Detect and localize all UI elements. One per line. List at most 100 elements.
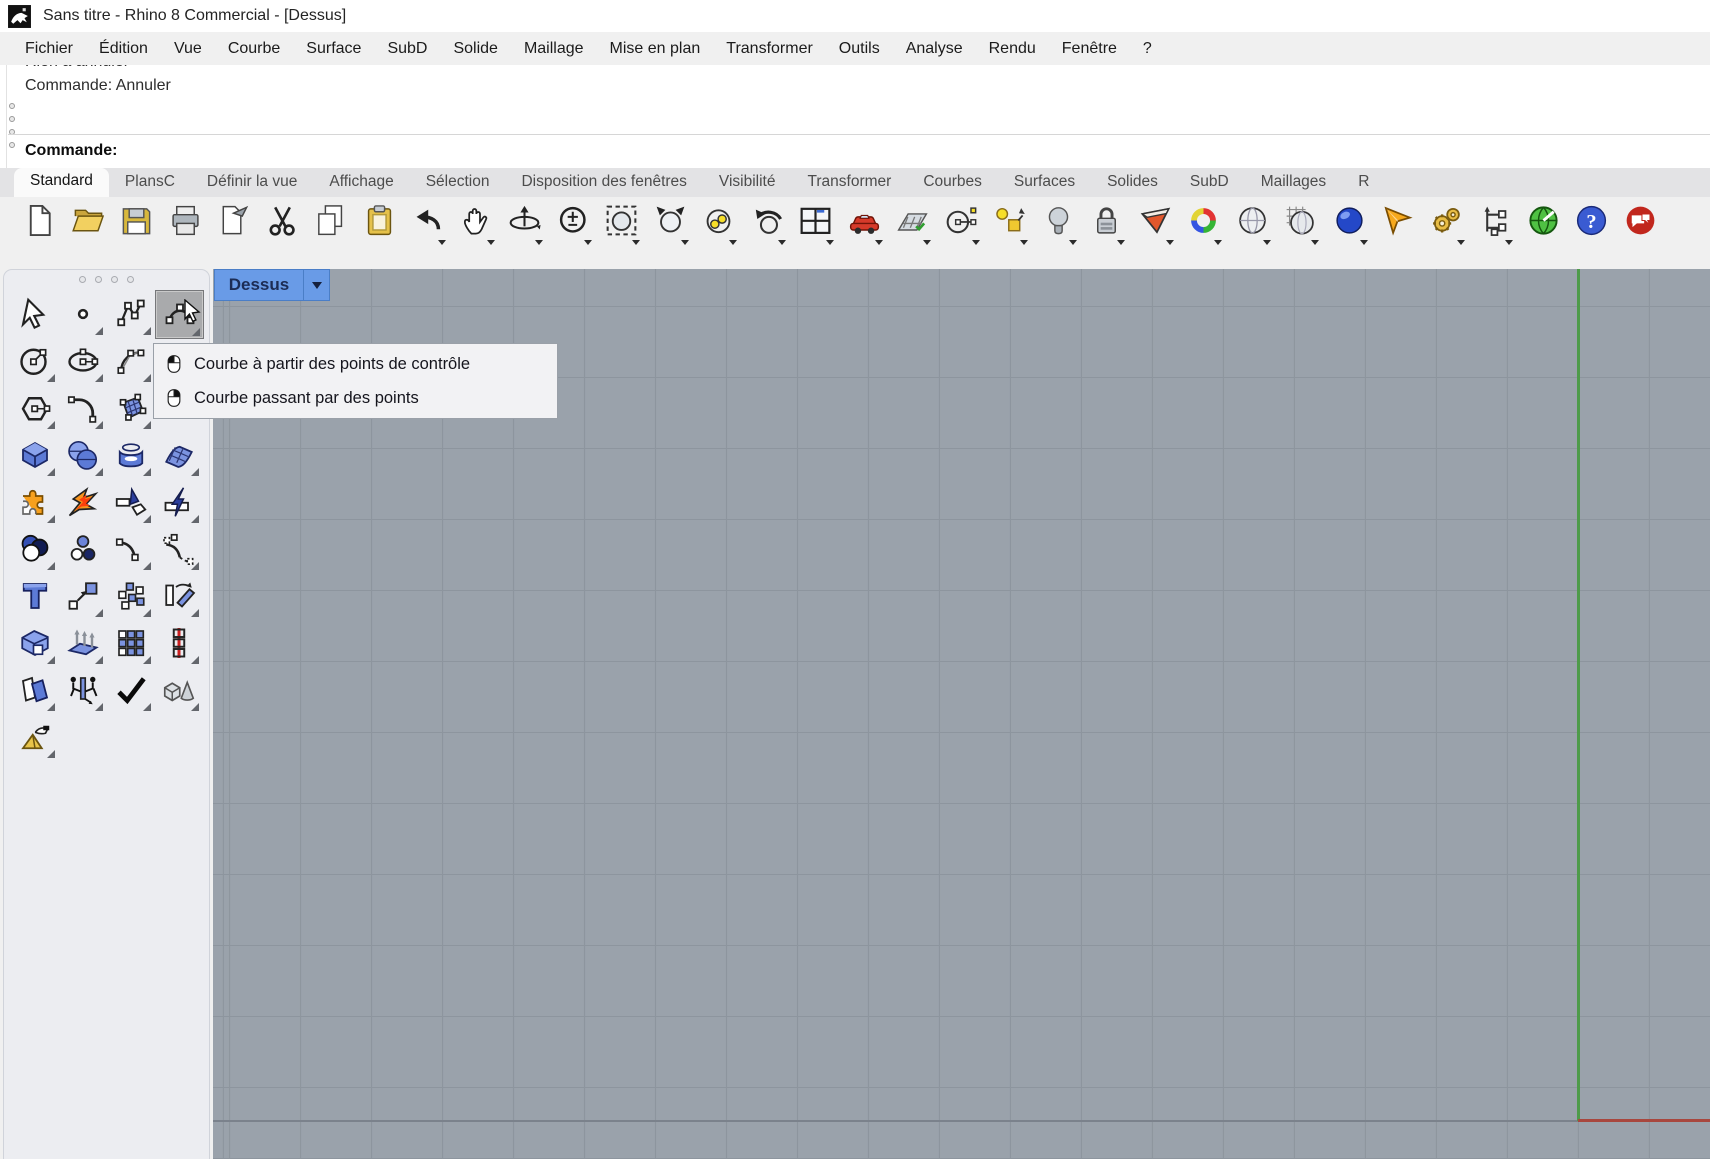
tool-explode[interactable] [59,478,106,525]
shaded-display-button[interactable] [1138,203,1175,249]
toolbar-tab-maillages[interactable]: Maillages [1245,169,1342,197]
tool-trim[interactable] [107,478,154,525]
tool-object-color[interactable] [11,525,58,572]
render-button[interactable] [1332,203,1369,249]
tool-group[interactable] [59,525,106,572]
tool-blend-curve[interactable] [107,525,154,572]
toolbar-tab-affichage[interactable]: Affichage [313,169,409,197]
menu-surface[interactable]: Surface [293,40,374,58]
menu-rendu[interactable]: Rendu [976,40,1049,58]
xray-display-button[interactable] [1283,203,1320,249]
toolbar-tab-plansc[interactable]: PlansC [109,169,191,197]
tool-patch-surface[interactable] [155,431,202,478]
render-preview-button[interactable] [1380,203,1417,249]
menu-item[interactable]: ? [1130,40,1165,58]
toolbar-tab-selection[interactable]: Sélection [410,169,506,197]
menu-analyse[interactable]: Analyse [893,40,976,58]
toolbar-tab-courbes[interactable]: Courbes [907,169,998,197]
viewport-menu-arrow[interactable] [303,270,329,300]
tool-extrude-surface[interactable] [59,619,106,666]
undo-view-change-button[interactable] [750,203,787,249]
menu-outils[interactable]: Outils [826,40,893,58]
tool-control-point-curve[interactable] [107,290,154,337]
rendered-display-button[interactable] [1186,203,1223,249]
cut-button[interactable] [265,203,302,249]
tool-linear-array[interactable] [155,619,202,666]
tool-sphere[interactable] [59,431,106,478]
sidebar-grip[interactable] [4,270,209,283]
print-button[interactable] [168,203,205,249]
tool-rectangular-array[interactable] [107,619,154,666]
export-button[interactable] [216,203,253,249]
tool-boolean-solid[interactable] [11,619,58,666]
save-button[interactable] [119,203,156,249]
menu-subd[interactable]: SubD [374,40,440,58]
tool-select[interactable] [11,290,58,337]
toolbar-tab-solides[interactable]: Solides [1091,169,1174,197]
menu-fichier[interactable]: Fichier [12,40,86,58]
menu-courbe[interactable]: Courbe [215,40,293,58]
tool-extend-curve[interactable] [155,525,202,572]
new-file-button[interactable] [22,203,59,249]
layer-manager-button[interactable] [1477,203,1514,249]
toolbar-tab-subd[interactable]: SubD [1174,169,1245,197]
zoom-button[interactable] [556,203,593,249]
menu-solide[interactable]: Solide [440,40,510,58]
tool-surface-of-revolution[interactable] [107,431,154,478]
toolbar-tab-definir-la-vue[interactable]: Définir la vue [191,169,313,197]
tool-box[interactable] [11,431,58,478]
tool-offset-surface[interactable] [11,666,58,713]
tool-array-options[interactable] [107,572,154,619]
toolbar-tab-r[interactable]: R [1342,169,1385,197]
undo-button[interactable] [410,203,447,249]
tool-scale[interactable] [59,572,106,619]
menu-transformer[interactable]: Transformer [713,40,826,58]
zoom-selected-button[interactable] [653,203,690,249]
tool-check[interactable] [107,666,154,713]
zoom-extents-button[interactable] [701,203,738,249]
zoom-window-button[interactable] [604,203,641,249]
tool-polygon[interactable] [11,384,58,431]
ghosted-display-button[interactable] [1235,203,1272,249]
flyout-item-courbe-passant-par-des-points[interactable]: Courbe passant par des points [154,381,557,415]
tool-render-tools[interactable] [11,713,58,760]
menu-edition[interactable]: Édition [86,40,161,58]
tool-rotate-shear[interactable] [155,572,202,619]
viewport-tab-dessus[interactable]: Dessus [214,269,330,301]
tool-point[interactable] [59,290,106,337]
tool-solid-primitives[interactable] [155,666,202,713]
command-area[interactable]: Rien à annuler Commande: Annuler Command… [0,65,1710,168]
tool-curve-fillet[interactable] [59,384,106,431]
tool-text[interactable] [11,572,58,619]
tool-orient-objects[interactable] [59,666,106,713]
open-file-button[interactable] [71,203,108,249]
paste-button[interactable] [362,203,399,249]
toolbar-tab-disposition-des-fenetres[interactable]: Disposition des fenêtres [505,169,702,197]
tool-plugins[interactable] [11,478,58,525]
help-button[interactable]: ? [1574,203,1611,249]
command-prompt[interactable]: Commande: [25,142,117,160]
copy-button[interactable] [313,203,350,249]
toolbar-tab-surfaces[interactable]: Surfaces [998,169,1091,197]
pan-button[interactable] [459,203,496,249]
tool-surface-from-points[interactable] [107,384,154,431]
object-snap-button[interactable] [992,203,1029,249]
menu-vue[interactable]: Vue [161,40,215,58]
lamp-button[interactable] [1041,203,1078,249]
feedback-button[interactable] [1623,203,1660,249]
toolbar-tab-visibilite[interactable]: Visibilité [703,169,792,197]
toolbar-tab-standard[interactable]: Standard [14,168,109,197]
rhino-web-button[interactable] [1526,203,1563,249]
viewport-title[interactable]: Dessus [215,270,303,300]
tool-ellipse[interactable] [59,337,106,384]
four-viewports-button[interactable] [798,203,835,249]
flyout-item-courbe-a-partir-des-points-de-controle[interactable]: Courbe à partir des points de contrôle [154,347,557,381]
options-button[interactable] [1429,203,1466,249]
menu-mise-en-plan[interactable]: Mise en plan [597,40,714,58]
tool-arc[interactable] [107,337,154,384]
grid-options-button[interactable] [895,203,932,249]
command-panel-grip[interactable] [9,103,15,148]
tool-split[interactable] [155,478,202,525]
menu-maillage[interactable]: Maillage [511,40,597,58]
toolbar-tab-transformer[interactable]: Transformer [791,169,907,197]
